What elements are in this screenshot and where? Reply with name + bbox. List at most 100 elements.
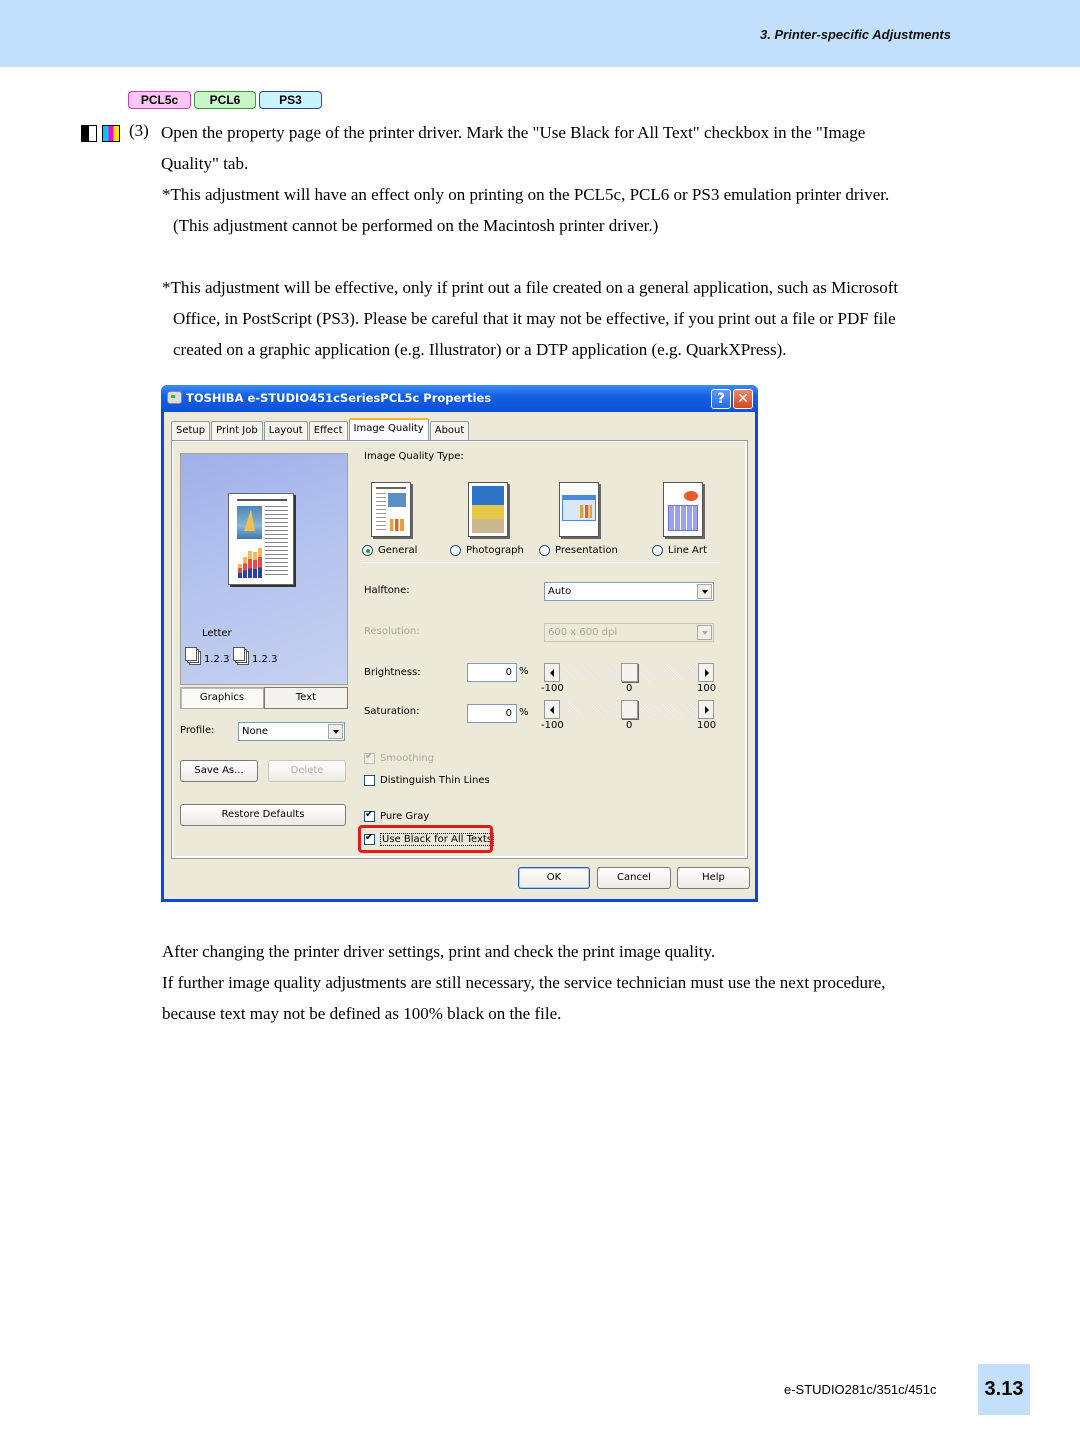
note-emulation: *This adjustment will have an effect onl… — [162, 179, 889, 241]
tick-mid: 0 — [626, 683, 633, 694]
image-quality-type-label: Image Quality Type: — [364, 451, 464, 462]
radio-photograph[interactable]: Photograph — [450, 545, 524, 556]
text-line: (This adjustment cannot be performed on … — [173, 216, 659, 235]
tab-image-quality[interactable]: Image Quality — [348, 418, 429, 440]
text-line: Open the property page of the printer dr… — [161, 123, 866, 142]
checkbox-label: Distinguish Thin Lines — [380, 775, 490, 786]
header-band: 3. Printer-specific Adjustments — [0, 0, 1080, 67]
resolution-select[interactable]: 600 x 600 dpi — [544, 623, 714, 642]
saturation-input[interactable]: 0 — [467, 704, 517, 723]
graphics-button[interactable]: Graphics — [180, 687, 264, 709]
saturation-label: Saturation: — [364, 706, 420, 717]
section-title: 3. Printer-specific Adjustments — [760, 27, 951, 42]
tick-mid: 0 — [626, 720, 633, 731]
badge-ps3: PS3 — [259, 91, 322, 109]
help-button[interactable]: Help — [677, 867, 750, 889]
line-art-preview-icon — [663, 482, 703, 537]
brightness-slider[interactable] — [544, 663, 714, 682]
text-line: created on a graphic application (e.g. I… — [173, 340, 787, 359]
section-divider — [362, 562, 720, 563]
page-number: 3.13 — [978, 1364, 1030, 1415]
radio-indicator[interactable] — [652, 545, 663, 556]
radio-line-art[interactable]: Line Art — [652, 545, 707, 556]
text-line: *This adjustment will be effective, only… — [162, 278, 899, 297]
page-stack-icon — [185, 647, 203, 665]
tab-layout[interactable]: Layout — [263, 421, 308, 440]
percent-label: % — [519, 707, 529, 718]
brightness-input[interactable]: 0 — [467, 663, 517, 682]
text-button[interactable]: Text — [264, 687, 348, 709]
page-stack-icon — [233, 647, 251, 665]
printer-properties-dialog: TOSHIBA e-STUDIO451cSeriesPCL5c Properti… — [161, 385, 758, 902]
photograph-preview-icon — [468, 482, 508, 537]
badge-pcl6: PCL6 — [194, 91, 256, 109]
radio-presentation[interactable]: Presentation — [539, 545, 618, 556]
percent-label: % — [519, 666, 529, 677]
decrease-arrow-icon[interactable] — [544, 663, 560, 682]
radio-label: General — [378, 545, 418, 556]
radio-indicator[interactable] — [539, 545, 550, 556]
note-postscript: *This adjustment will be effective, only… — [162, 272, 898, 365]
radio-indicator[interactable] — [362, 545, 373, 556]
distinguish-thin-lines-checkbox[interactable]: Distinguish Thin Lines — [364, 775, 490, 786]
delete-button[interactable]: Delete — [268, 760, 346, 782]
restore-defaults-button[interactable]: Restore Defaults — [180, 804, 346, 826]
dialog-titlebar[interactable]: TOSHIBA e-STUDIO451cSeriesPCL5c Properti… — [161, 385, 758, 412]
smoothing-checkbox[interactable]: Smoothing — [364, 751, 435, 764]
dialog-title: TOSHIBA e-STUDIO451cSeriesPCL5c Properti… — [186, 391, 492, 405]
chevron-down-icon[interactable] — [697, 584, 712, 599]
save-as-button[interactable]: Save As... — [180, 760, 258, 782]
checkbox-label: Pure Gray — [380, 811, 430, 822]
chevron-down-icon — [697, 625, 712, 640]
resolution-label: Resolution: — [364, 626, 420, 637]
general-preview-icon — [371, 482, 411, 537]
radio-general[interactable]: General — [362, 545, 417, 556]
chevron-down-icon[interactable] — [328, 724, 343, 739]
profile-value: None — [242, 726, 269, 737]
checkbox-indicator[interactable] — [364, 775, 375, 786]
increase-arrow-icon[interactable] — [698, 700, 714, 719]
checkbox-indicator[interactable] — [364, 809, 375, 822]
checkbox-label: Smoothing — [380, 753, 435, 764]
tick-min: -100 — [541, 720, 564, 731]
saturation-slider[interactable] — [544, 700, 714, 719]
mode-toggle: Graphics Text — [180, 687, 348, 709]
help-title-button[interactable]: ? — [711, 389, 731, 409]
slider-thumb[interactable] — [620, 700, 638, 719]
cancel-button[interactable]: Cancel — [597, 867, 671, 889]
tab-effect[interactable]: Effect — [308, 421, 348, 440]
tab-print-job[interactable]: Print Job — [211, 421, 263, 440]
model-name: e-STUDIO281c/351c/451c — [784, 1382, 937, 1397]
print-preview: Letter 1.2.3 1.2.3 — [180, 453, 348, 685]
copies-label: 1.2.3 — [204, 654, 230, 665]
presentation-preview-icon — [559, 482, 599, 537]
text-line: Quality" tab. — [161, 154, 249, 173]
tick-max: 100 — [697, 683, 717, 694]
tick-max: 100 — [697, 720, 717, 731]
step-number: (3) — [129, 121, 149, 140]
tab-setup[interactable]: Setup — [171, 421, 211, 440]
radio-indicator[interactable] — [450, 545, 461, 556]
document-preview-icon — [228, 493, 294, 585]
badge-pcl5c: PCL5c — [128, 91, 191, 109]
image-quality-panel: Letter 1.2.3 1.2.3 Graphics Text Profile… — [171, 440, 748, 859]
decrease-arrow-icon[interactable] — [544, 700, 560, 719]
slider-thumb[interactable] — [620, 663, 638, 682]
paper-size-label: Letter — [202, 628, 232, 639]
checkbox-indicator[interactable] — [364, 751, 375, 764]
dialog-client: Setup Print Job Layout Effect Image Qual… — [164, 412, 755, 899]
tab-about[interactable]: About — [429, 421, 470, 440]
increase-arrow-icon[interactable] — [698, 663, 714, 682]
halftone-select[interactable]: Auto — [544, 582, 714, 601]
text-line: *This adjustment will have an effect onl… — [162, 185, 890, 204]
after-instructions: After changing the printer driver settin… — [162, 936, 886, 1029]
emulation-badges: PCL5c PCL6 PS3 — [128, 91, 322, 109]
close-button[interactable]: ✕ — [733, 389, 753, 409]
resolution-value: 600 x 600 dpi — [548, 627, 618, 638]
monochrome-mode-icon — [81, 125, 97, 142]
ok-button[interactable]: OK — [518, 867, 590, 889]
radio-label: Presentation — [555, 545, 618, 556]
pure-gray-checkbox[interactable]: Pure Gray — [364, 809, 430, 822]
profile-select[interactable]: None — [238, 722, 345, 741]
printer-icon — [167, 391, 182, 404]
